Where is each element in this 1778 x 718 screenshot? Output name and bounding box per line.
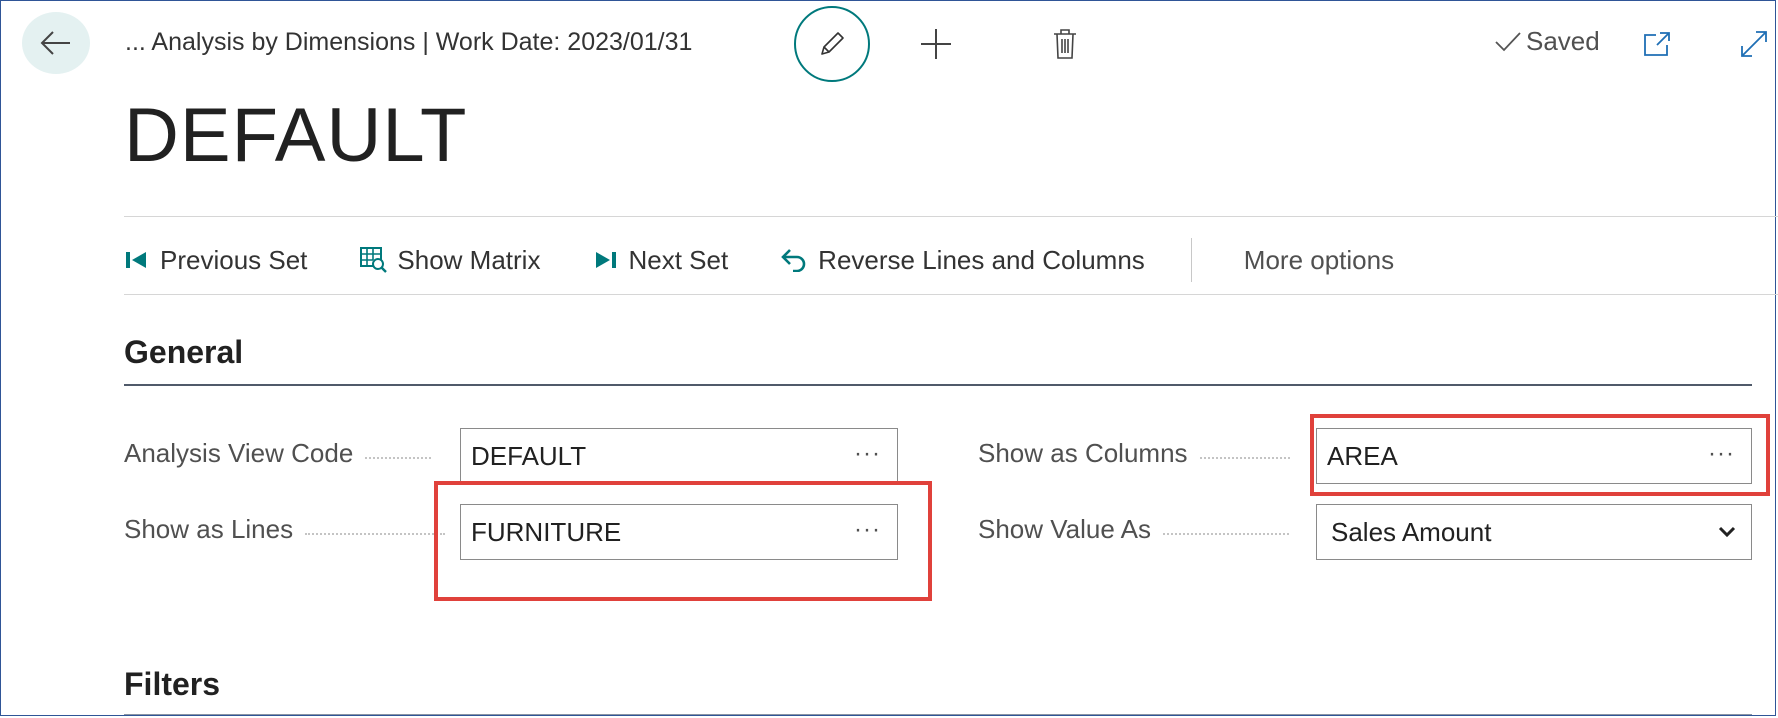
show-matrix-icon — [360, 247, 388, 273]
action-bar: Previous Set Show Matrix Next Set Revers… — [124, 238, 1394, 282]
filters-section-underline — [124, 714, 1752, 715]
divider — [124, 216, 1778, 217]
chevron-down-icon — [1718, 526, 1736, 538]
show-matrix-label: Show Matrix — [397, 244, 541, 275]
previous-set-label: Previous Set — [160, 244, 308, 275]
filters-section-title[interactable]: Filters — [124, 666, 220, 703]
saved-status: Saved — [1494, 26, 1600, 57]
back-button[interactable] — [22, 12, 90, 74]
show-matrix-action[interactable]: Show Matrix — [359, 245, 540, 276]
show-as-lines-label: Show as Lines — [124, 514, 446, 545]
expand-button[interactable] — [1736, 26, 1772, 62]
reverse-lines-columns-action[interactable]: Reverse Lines and Columns — [780, 245, 1145, 276]
action-separator — [1190, 238, 1192, 282]
analysis-view-code-label: Analysis View Code — [124, 438, 432, 469]
expand-icon — [1741, 31, 1767, 57]
open-new-window-button[interactable] — [1640, 28, 1674, 60]
new-button[interactable] — [916, 24, 956, 64]
trash-icon — [1054, 29, 1076, 59]
next-set-label: Next Set — [628, 244, 729, 275]
previous-set-action[interactable]: Previous Set — [124, 245, 307, 276]
show-value-as-label: Show Value As — [978, 514, 1289, 545]
arrow-left-icon — [40, 31, 70, 55]
next-set-action[interactable]: Next Set — [592, 245, 728, 276]
plus-icon — [921, 29, 951, 59]
page-caption: ... Analysis by Dimensions | Work Date: … — [125, 28, 693, 56]
show-as-columns-label: Show as Columns — [978, 438, 1290, 469]
page-title: DEFAULT — [124, 93, 468, 178]
highlight-box-show-as-columns — [1310, 414, 1770, 496]
more-options-button[interactable]: More options — [1244, 245, 1394, 276]
undo-arrow-icon — [781, 249, 806, 272]
previous-set-icon — [126, 252, 146, 268]
divider — [124, 294, 1778, 295]
open-new-window-icon — [1644, 32, 1670, 56]
reverse-lines-columns-label: Reverse Lines and Columns — [818, 244, 1145, 275]
next-set-icon — [596, 252, 617, 268]
analysis-view-code-field[interactable]: DEFAULT ··· — [460, 428, 898, 484]
highlight-box-show-as-lines — [434, 481, 932, 601]
show-value-as-select[interactable]: Sales Amount — [1316, 504, 1752, 560]
general-section-underline — [124, 384, 1752, 386]
general-section-title[interactable]: General — [124, 334, 243, 371]
saved-label: Saved — [1526, 26, 1600, 56]
edit-button[interactable] — [794, 6, 870, 82]
lookup-button[interactable]: ··· — [854, 440, 881, 468]
delete-button[interactable] — [1048, 24, 1082, 64]
checkmark-icon — [1495, 31, 1521, 51]
pencil-icon — [821, 32, 844, 55]
